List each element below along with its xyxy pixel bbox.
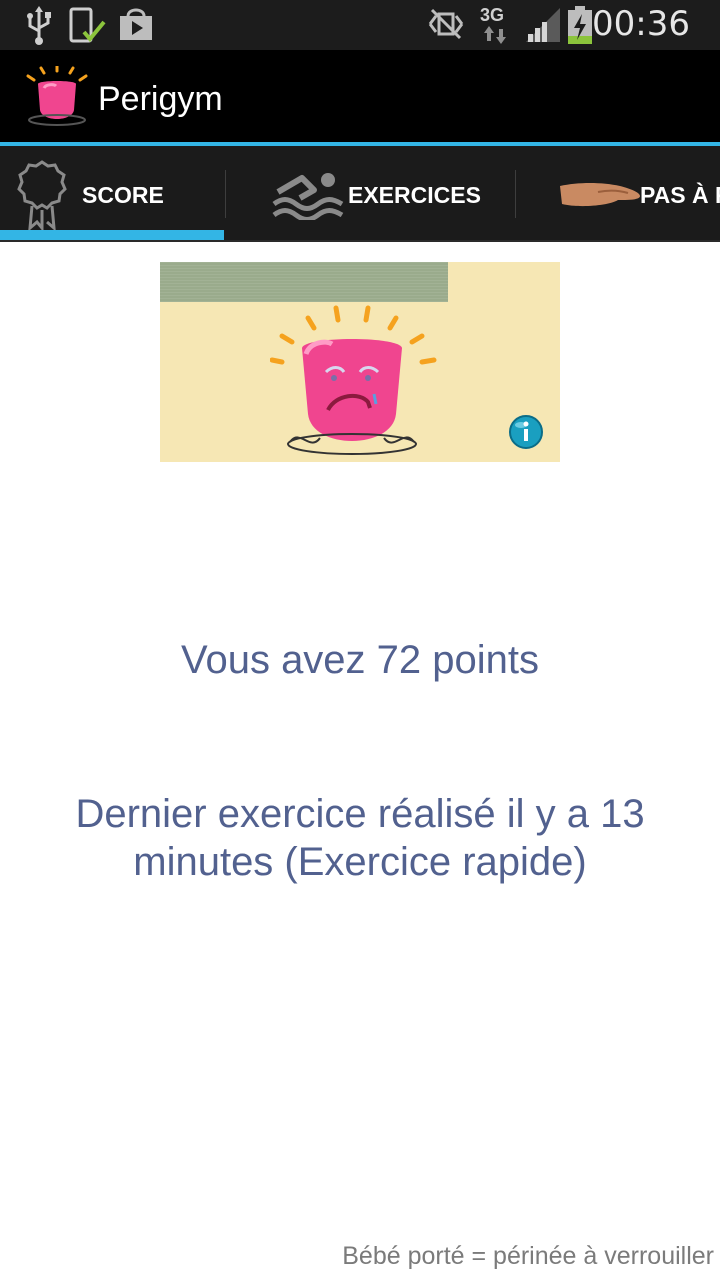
phone-check-icon bbox=[69, 7, 106, 43]
usb-icon bbox=[27, 6, 51, 45]
perigym-logo-icon[interactable] bbox=[24, 66, 90, 128]
info-icon[interactable] bbox=[508, 414, 544, 450]
hand-icon bbox=[560, 183, 640, 207]
ribbon-award-icon bbox=[17, 160, 67, 230]
play-store-icon bbox=[120, 8, 152, 40]
network-type-label: 3G bbox=[480, 5, 505, 25]
tab-pas-a-faire[interactable]: PAS À F bbox=[516, 146, 720, 240]
status-banner bbox=[160, 262, 560, 462]
signal-strength-icon bbox=[526, 8, 560, 42]
points-text: Vous avez 72 points bbox=[180, 638, 540, 682]
swimmer-icon bbox=[272, 173, 344, 220]
tab-label: PAS À F bbox=[640, 182, 720, 208]
score-progress-bar bbox=[160, 262, 560, 302]
clock-label: 00:36 bbox=[592, 4, 690, 44]
tab-label: EXERCICES bbox=[348, 182, 481, 208]
action-bar: Perigym bbox=[0, 50, 720, 144]
tab-label: SCORE bbox=[82, 182, 164, 208]
battery-charging-icon bbox=[568, 6, 592, 44]
app-title: Perigym bbox=[98, 80, 223, 118]
data-arrows-icon bbox=[484, 26, 506, 44]
status-bar: 3G 00:36 bbox=[0, 0, 720, 50]
tab-score[interactable]: SCORE bbox=[0, 146, 224, 240]
tab-exercices[interactable]: EXERCICES bbox=[226, 146, 514, 240]
score-progress-fill bbox=[160, 262, 448, 302]
selected-tab-indicator bbox=[0, 230, 224, 240]
last-exercise-text: Dernier exercice réalisé il y a 13 minut… bbox=[75, 792, 645, 884]
footer-tip: Bébé porté = périnée à verrouiller bbox=[342, 1242, 714, 1270]
sad-pink-mascot-icon bbox=[270, 305, 437, 455]
tab-bar: SCORE EXERCICES PAS À F bbox=[0, 146, 720, 242]
no-signal-icon bbox=[428, 8, 464, 40]
